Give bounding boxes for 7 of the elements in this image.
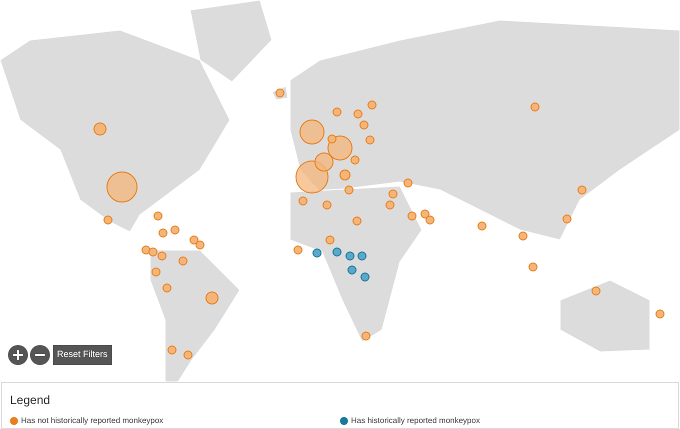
plus-icon bbox=[11, 348, 25, 362]
zoom-out-button[interactable] bbox=[30, 345, 50, 365]
legend-label: Has not historically reported monkeypox bbox=[21, 415, 164, 427]
legend-title: Legend bbox=[10, 392, 52, 409]
legend-label: Has historically reported monkeypox bbox=[351, 415, 480, 427]
reset-filters-button[interactable]: Reset Filters bbox=[53, 345, 112, 365]
zoom-in-button[interactable] bbox=[8, 345, 28, 365]
